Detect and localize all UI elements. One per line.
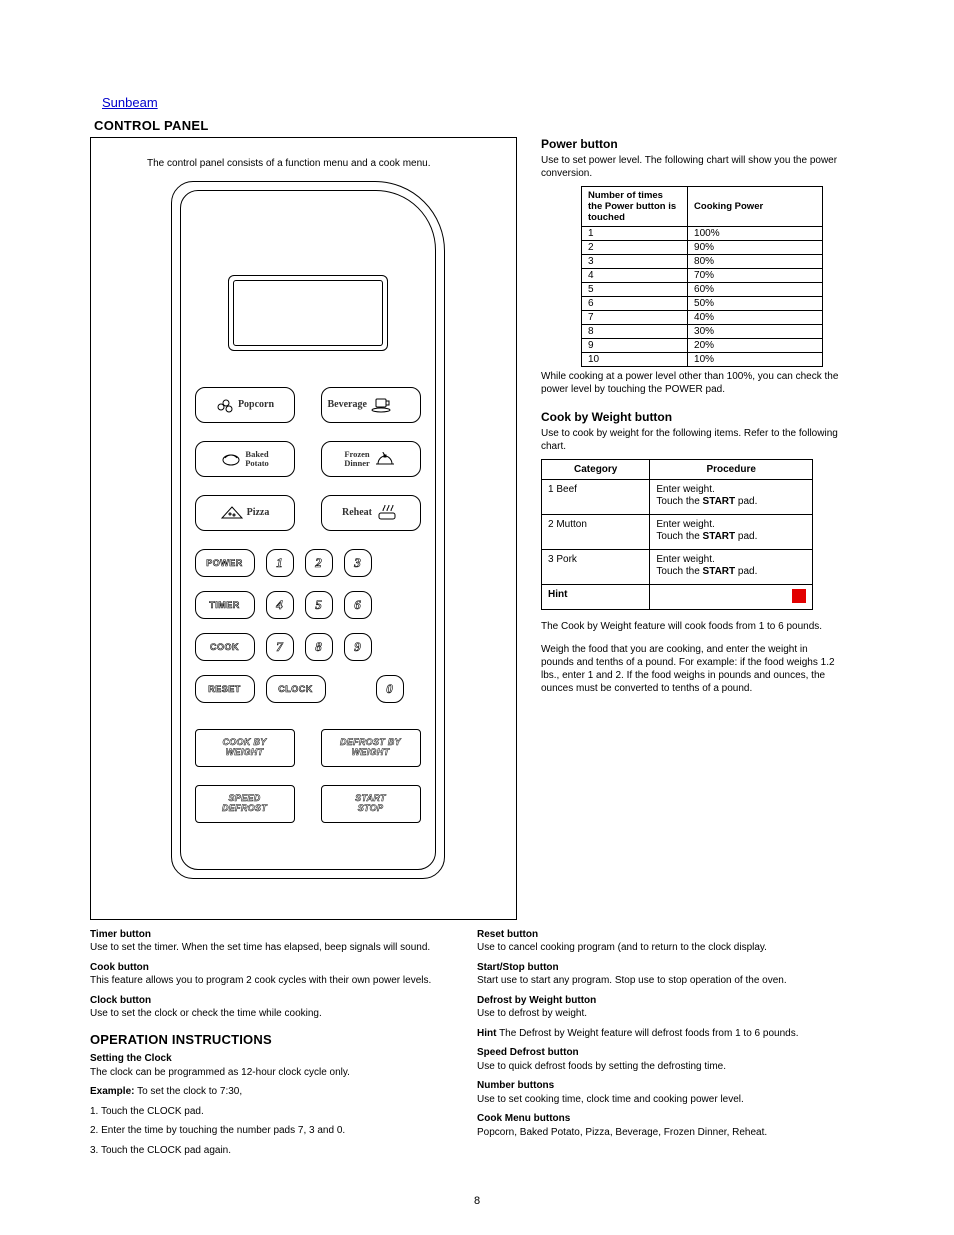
- keypad-4[interactable]: 4: [266, 591, 294, 619]
- keypad-2[interactable]: 2: [305, 549, 333, 577]
- cook-table-head-left: Category: [542, 460, 650, 480]
- display-bezel: [228, 275, 388, 351]
- table-row: 650%: [582, 297, 823, 311]
- table-row: 470%: [582, 269, 823, 283]
- label: Beverage: [328, 399, 367, 410]
- speed-defrost-button[interactable]: SPEEDDEFROST: [195, 785, 295, 823]
- popcorn-icon: [215, 395, 235, 415]
- table-row: 2 Mutton Enter weight.Touch the START pa…: [542, 515, 813, 550]
- label: FrozenDinner: [344, 450, 370, 467]
- potato-icon: [220, 450, 242, 468]
- left-column: The control panel consists of a function…: [90, 137, 517, 920]
- reheat-icon: [375, 503, 399, 523]
- cook-by-weight-sub: Use to cook by weight for the following …: [541, 428, 839, 453]
- timer-button[interactable]: TIMER: [195, 591, 255, 619]
- label: Reheat: [342, 507, 372, 518]
- reheat-button[interactable]: Reheat: [321, 495, 421, 531]
- power-table: Number of timesthe Power button is touch…: [581, 186, 823, 367]
- table-row: 1100%: [582, 227, 823, 241]
- keypad-0[interactable]: 0: [376, 675, 404, 703]
- keypad-9[interactable]: 9: [344, 633, 372, 661]
- pizza-button[interactable]: Pizza: [195, 495, 295, 531]
- frozen-dinner-button[interactable]: FrozenDinner: [321, 441, 421, 477]
- table-row: 290%: [582, 241, 823, 255]
- keypad-7[interactable]: 7: [266, 633, 294, 661]
- power-note: While cooking at a power level other tha…: [541, 371, 839, 396]
- power-heading: Power button: [541, 137, 839, 151]
- table-row: 920%: [582, 339, 823, 353]
- table-row: 380%: [582, 255, 823, 269]
- cook-table: Category Procedure 1 Beef Enter weight.T…: [541, 459, 813, 610]
- table-row: 1010%: [582, 353, 823, 367]
- keypad-8[interactable]: 8: [305, 633, 333, 661]
- power-table-head-left: Number of timesthe Power button is touch…: [582, 187, 688, 227]
- clock-button[interactable]: CLOCK: [266, 675, 326, 703]
- control-panel: Popcorn Beverage BakedPotato: [171, 181, 445, 879]
- beverage-icon: [370, 395, 394, 415]
- table-row: 830%: [582, 325, 823, 339]
- label: Popcorn: [238, 399, 274, 410]
- bottom-right: Reset buttonUse to cancel cooking progra…: [477, 928, 864, 1164]
- table-row: 3 Pork Enter weight.Touch the START pad.: [542, 550, 813, 585]
- lead-paragraph: The control panel consists of a function…: [147, 158, 468, 171]
- table-row: Hint: [542, 585, 813, 610]
- beverage-button[interactable]: Beverage: [321, 387, 421, 423]
- label: Pizza: [247, 507, 270, 518]
- display-screen: [233, 280, 383, 346]
- label: BakedPotato: [245, 450, 269, 467]
- cook-by-weight-button[interactable]: COOK BYWEIGHT: [195, 729, 295, 767]
- operation-title: OPERATION INSTRUCTIONS: [90, 1031, 453, 1049]
- keypad-6[interactable]: 6: [344, 591, 372, 619]
- baked-potato-button[interactable]: BakedPotato: [195, 441, 295, 477]
- hint-cell: Hint: [542, 585, 650, 610]
- keypad-3[interactable]: 3: [344, 549, 372, 577]
- reset-button[interactable]: RESET: [195, 675, 255, 703]
- table-row: 740%: [582, 311, 823, 325]
- start-stop-button[interactable]: STARTSTOP: [321, 785, 421, 823]
- hint-text-a: The Cook by Weight feature will cook foo…: [541, 620, 839, 633]
- section-title: CONTROL PANEL: [94, 118, 864, 133]
- dinner-icon: [373, 449, 397, 469]
- cook-button[interactable]: COOK: [195, 633, 255, 661]
- defrost-by-weight-button[interactable]: DEFROST BYWEIGHT: [321, 729, 421, 767]
- keypad-1[interactable]: 1: [266, 549, 294, 577]
- cook-table-head-right: Procedure: [650, 460, 813, 480]
- popcorn-button[interactable]: Popcorn: [195, 387, 295, 423]
- red-marker-icon: [792, 589, 806, 603]
- right-column: Power button Use to set power level. The…: [541, 137, 839, 695]
- power-table-head-right: Cooking Power: [688, 187, 823, 227]
- pizza-icon: [220, 504, 244, 522]
- power-button[interactable]: POWER: [195, 549, 255, 577]
- table-row: 1 Beef Enter weight.Touch the START pad.: [542, 480, 813, 515]
- brand-link[interactable]: Sunbeam: [102, 95, 158, 110]
- hint-text-b: Weigh the food that you are cooking, and…: [541, 643, 839, 695]
- keypad-5[interactable]: 5: [305, 591, 333, 619]
- power-subtitle: Use to set power level. The following ch…: [541, 155, 839, 180]
- cook-by-weight-heading: Cook by Weight button: [541, 410, 839, 424]
- bottom-left: Timer buttonUse to set the timer. When t…: [90, 928, 477, 1164]
- table-row: 560%: [582, 283, 823, 297]
- page-number: 8: [474, 1195, 480, 1207]
